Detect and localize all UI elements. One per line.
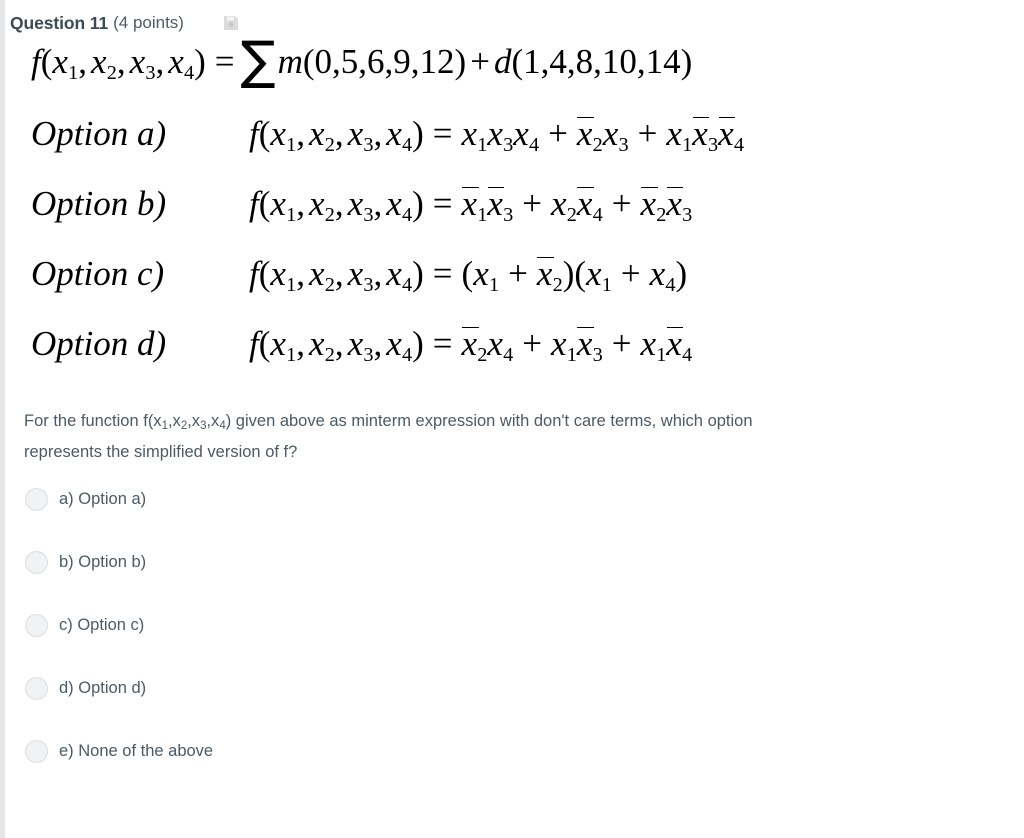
math-expression-block: f(x1, x2, x3, x4) = ∑m(0,5,6,9,12) + d(1,4,8,10… xyxy=(5,31,1024,388)
math-line-option-b: Option b) f(x1, x2, x3, x4) = x1x3 + x2x4 + x2x3 xyxy=(31,186,1024,248)
choice-b[interactable]: b) Option b) xyxy=(25,548,1024,576)
page-title: Question 11 xyxy=(10,12,109,33)
math-option-b-label: Option b) xyxy=(31,184,167,223)
math-option-d-expression: f(x1, x2, x3, x4) = x2x4 + x1x3 + x1x4 xyxy=(249,324,693,367)
math-option-d-label: Option d) xyxy=(31,324,167,363)
question-card: Question 11 (4 points) f(x1, x2, x3, x4) = ∑m… xyxy=(5,0,1024,838)
math-option-a-expression: f(x1, x2, x3, x4) = x1x3x4 + x2x3 + x1x3x4 xyxy=(249,114,745,157)
answer-choices: a) Option a) b) Option b) c) Option c) d… xyxy=(5,485,1024,765)
question-points: (4 points) xyxy=(113,13,184,32)
math-line-option-a: Option a) f(x1, x2, x3, x4) = x1x3x4 + x2x3 + x1x… xyxy=(31,116,1024,178)
radio-button-a[interactable] xyxy=(25,487,48,511)
choice-a-label: a) Option a) xyxy=(59,489,147,508)
choice-d-label: d) Option d) xyxy=(59,678,147,697)
prompt-part-4: ,x xyxy=(206,412,220,430)
math-option-c-expression: f(x1, x2, x3, x4) = (x1 + x2)(x1 + x4) xyxy=(249,254,688,297)
choice-c-label: c) Option c) xyxy=(59,615,145,634)
question-prompt: For the function f(x1,x2,x3,x4) given ab… xyxy=(5,408,769,465)
radio-button-c[interactable] xyxy=(25,613,48,637)
choice-b-label: b) Option b) xyxy=(59,552,147,571)
radio-button-d[interactable] xyxy=(25,676,48,700)
math-line-option-c: Option c) f(x1, x2, x3, x4) = (x1 + x2)(x1 + x4) xyxy=(31,256,1024,318)
choice-d[interactable]: d) Option d) xyxy=(25,674,1024,702)
prompt-part-2: ,x xyxy=(167,412,181,430)
math-option-c-label: Option c) xyxy=(31,254,165,293)
math-line-option-d: Option d) f(x1, x2, x3, x4) = x2x4 + x1x3 + x1x4 xyxy=(31,326,1024,388)
math-option-a-label: Option a) xyxy=(31,114,167,153)
math-line-definition: f(x1, x2, x3, x4) = ∑m(0,5,6,9,12) + d(1,4,8,10… xyxy=(31,31,1024,106)
save-file-icon[interactable] xyxy=(222,14,240,32)
choice-a[interactable]: a) Option a) xyxy=(25,485,1024,513)
radio-button-b[interactable] xyxy=(25,550,48,574)
prompt-part-1: For the function f(x xyxy=(24,412,162,430)
choice-e-label: e) None of the above xyxy=(59,741,214,760)
question-header: Question 11 (4 points) xyxy=(5,0,1024,33)
function-definition: f(x1, x2, x3, x4) = ∑m(0,5,6,9,12) + d(1,4,8,10… xyxy=(31,31,693,91)
math-option-b-expression: f(x1, x2, x3, x4) = x1x3 + x2x4 + x2x3 xyxy=(249,184,693,227)
radio-button-e[interactable] xyxy=(25,739,48,763)
choice-e[interactable]: e) None of the above xyxy=(25,737,1024,765)
choice-c[interactable]: c) Option c) xyxy=(25,611,1024,639)
prompt-part-3: ,x xyxy=(187,412,201,430)
